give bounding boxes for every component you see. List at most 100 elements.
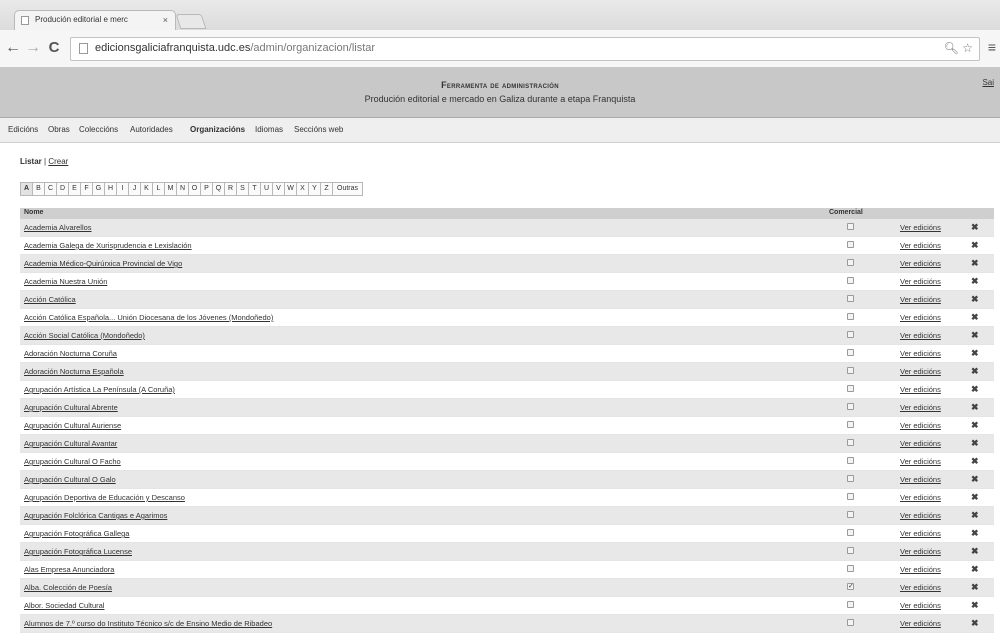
letter-filter-outras[interactable]: Outras (332, 182, 364, 196)
delete-icon[interactable]: ✖ (971, 528, 979, 539)
see-editions-link[interactable]: Ver edicións (900, 511, 941, 520)
organization-name-link[interactable]: Agrupación Fotográfica Gallega (24, 529, 129, 538)
delete-icon[interactable]: ✖ (971, 348, 979, 359)
see-editions-link[interactable]: Ver edicións (900, 475, 941, 484)
nav-item-coleccions[interactable]: Coleccións (79, 125, 118, 134)
column-header-commercial: Comercial (829, 209, 863, 216)
see-editions-link[interactable]: Ver edicións (900, 313, 941, 322)
organization-name-link[interactable]: Agrupación Cultural Avantar (24, 439, 117, 448)
logout-link[interactable]: Sai (982, 78, 994, 87)
delete-icon[interactable]: ✖ (971, 456, 979, 467)
nav-item-organizacions[interactable]: Organizacións (190, 125, 245, 134)
delete-icon[interactable]: ✖ (971, 546, 979, 557)
delete-icon[interactable]: ✖ (971, 564, 979, 575)
see-editions-link[interactable]: Ver edicións (900, 349, 941, 358)
delete-icon[interactable]: ✖ (971, 240, 979, 251)
table-row: Acción Católica Ver edicións ✖ (20, 291, 994, 309)
see-editions-link[interactable]: Ver edicións (900, 241, 941, 250)
delete-icon[interactable]: ✖ (971, 582, 979, 593)
see-editions-link[interactable]: Ver edicións (900, 565, 941, 574)
organization-name-link[interactable]: Agrupación Cultural Abrente (24, 403, 118, 412)
reload-icon[interactable]: C (45, 38, 63, 58)
delete-icon[interactable]: ✖ (971, 600, 979, 611)
organization-name-link[interactable]: Academia Alvarellos (24, 223, 92, 232)
commercial-checkbox (847, 259, 854, 266)
delete-icon[interactable]: ✖ (971, 420, 979, 431)
browser-tab[interactable]: Produción editorial e merc × (14, 10, 176, 30)
delete-icon[interactable]: ✖ (971, 222, 979, 233)
url-path: /admin/organizacion/listar (250, 42, 376, 54)
organization-name-link[interactable]: Agrupación Cultural O Galo (24, 475, 116, 484)
nav-item-obras[interactable]: Obras (48, 125, 70, 134)
organization-name-link[interactable]: Adoración Nocturna Española (24, 367, 124, 376)
organization-name-link[interactable]: Agrupación Deportiva de Educación y Desc… (24, 493, 185, 502)
tab-close-icon[interactable]: × (163, 11, 168, 29)
list-link[interactable]: Listar (20, 157, 42, 166)
see-editions-link[interactable]: Ver edicións (900, 259, 941, 268)
see-editions-link[interactable]: Ver edicións (900, 367, 941, 376)
delete-icon[interactable]: ✖ (971, 618, 979, 629)
url-text: edicionsgaliciafranquista.udc.es/admin/o… (95, 42, 375, 54)
organization-name-link[interactable]: Albor. Sociedad Cultural (24, 601, 104, 610)
organization-name-link[interactable]: Agrupación Fotográfica Lucense (24, 547, 132, 556)
nav-item-autoridades[interactable]: Autoridades (130, 125, 173, 134)
menu-icon[interactable]: ≡ (988, 39, 996, 55)
forward-icon[interactable]: → (24, 38, 42, 58)
see-editions-link[interactable]: Ver edicións (900, 601, 941, 610)
delete-icon[interactable]: ✖ (971, 366, 979, 377)
delete-icon[interactable]: ✖ (971, 294, 979, 305)
organization-name-link[interactable]: Acción Católica Española... Unión Dioces… (24, 313, 273, 322)
star-icon[interactable]: ☆ (962, 41, 973, 55)
delete-icon[interactable]: ✖ (971, 330, 979, 341)
organization-name-link[interactable]: Alba. Colección de Poesía (24, 583, 112, 592)
organization-name-link[interactable]: Academia Galega de Xurisprudencia e Lexi… (24, 241, 192, 250)
organization-name-link[interactable]: Adoración Nocturna Coruña (24, 349, 117, 358)
see-editions-link[interactable]: Ver edicións (900, 385, 941, 394)
table-row: Agrupación Cultural O Galo Ver edicións ✖ (20, 471, 994, 489)
organization-name-link[interactable]: Agrupación Artística La Península (A Cor… (24, 385, 175, 394)
table-row: Agrupación Fotográfica Lucense Ver edició… (20, 543, 994, 561)
nav-item-seccions-web[interactable]: Seccións web (294, 125, 343, 134)
see-editions-link[interactable]: Ver edicións (900, 421, 941, 430)
organization-name-link[interactable]: Alumnos de 7.º curso do Instituto Técnic… (24, 619, 272, 628)
nav-item-edicions[interactable]: Edicións (8, 125, 38, 134)
see-editions-link[interactable]: Ver edicións (900, 403, 941, 412)
see-editions-link[interactable]: Ver edicións (900, 277, 941, 286)
create-link[interactable]: Crear (48, 157, 68, 166)
back-icon[interactable]: ← (4, 38, 22, 58)
see-editions-link[interactable]: Ver edicións (900, 439, 941, 448)
see-editions-link[interactable]: Ver edicións (900, 619, 941, 628)
see-editions-link[interactable]: Ver edicións (900, 295, 941, 304)
commercial-checkbox (847, 547, 854, 554)
organization-name-link[interactable]: Agrupación Cultural O Facho (24, 457, 121, 466)
organization-name-link[interactable]: Agrupación Cultural Auriense (24, 421, 121, 430)
delete-icon[interactable]: ✖ (971, 276, 979, 287)
nav-item-idiomas[interactable]: Idiomas (255, 125, 283, 134)
table-row: Alba. Colección de Poesía ✓ Ver edicións ✖ (20, 579, 994, 597)
address-bar[interactable]: edicionsgaliciafranquista.udc.es/admin/o… (70, 37, 980, 61)
new-tab-button[interactable] (175, 14, 207, 29)
see-editions-link[interactable]: Ver edicións (900, 547, 941, 556)
organization-name-link[interactable]: Acción Católica (24, 295, 76, 304)
delete-icon[interactable]: ✖ (971, 492, 979, 503)
see-editions-link[interactable]: Ver edicións (900, 583, 941, 592)
see-editions-link[interactable]: Ver edicións (900, 529, 941, 538)
see-editions-link[interactable]: Ver edicións (900, 493, 941, 502)
delete-icon[interactable]: ✖ (971, 402, 979, 413)
organization-name-link[interactable]: Alas Empresa Anunciadora (24, 565, 114, 574)
delete-icon[interactable]: ✖ (971, 474, 979, 485)
delete-icon[interactable]: ✖ (971, 312, 979, 323)
organization-name-link[interactable]: Academia Nuestra Unión (24, 277, 107, 286)
see-editions-link[interactable]: Ver edicións (900, 331, 941, 340)
see-editions-link[interactable]: Ver edicións (900, 457, 941, 466)
delete-icon[interactable]: ✖ (971, 258, 979, 269)
organization-name-link[interactable]: Academia Médico-Quirúrxica Provincial de… (24, 259, 182, 268)
delete-icon[interactable]: ✖ (971, 510, 979, 521)
delete-icon[interactable]: ✖ (971, 438, 979, 449)
organization-name-link[interactable]: Acción Social Católica (Mondoñedo) (24, 331, 145, 340)
delete-icon[interactable]: ✖ (971, 384, 979, 395)
see-editions-link[interactable]: Ver edicións (900, 223, 941, 232)
organization-name-link[interactable]: Agrupación Folclórica Cantigas e Agarimo… (24, 511, 167, 520)
table-row: Academia Alvarellos Ver edicións ✖ (20, 219, 994, 237)
zoom-icon[interactable]: 🔍︎ (944, 41, 959, 55)
